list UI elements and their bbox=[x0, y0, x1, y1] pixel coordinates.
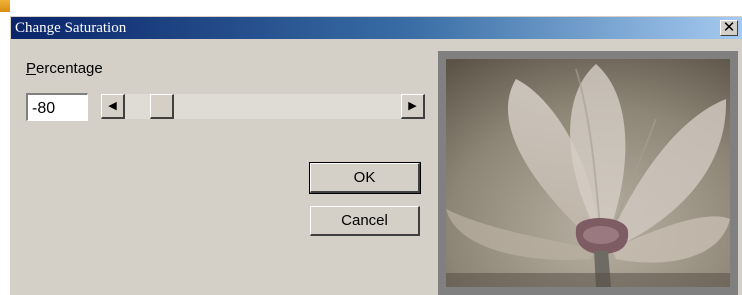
percentage-input[interactable] bbox=[26, 93, 88, 121]
preview-image bbox=[446, 59, 730, 287]
cancel-button[interactable]: Cancel bbox=[310, 206, 420, 236]
ok-button[interactable]: OK bbox=[309, 162, 421, 194]
slider-thumb[interactable] bbox=[150, 94, 175, 119]
change-saturation-dialog: Change Saturation ✕ Percentage ◀ ▶ OK Ca… bbox=[9, 15, 742, 295]
arrow-left-icon[interactable]: ◀ bbox=[101, 94, 125, 119]
title-bar[interactable]: Change Saturation ✕ bbox=[11, 17, 742, 39]
app-corner-icon bbox=[0, 0, 10, 12]
preview-frame bbox=[438, 51, 738, 295]
percentage-slider[interactable]: ◀ ▶ bbox=[101, 94, 425, 119]
percentage-label: Percentage bbox=[26, 60, 103, 77]
arrow-right-icon[interactable]: ▶ bbox=[401, 94, 425, 119]
window-title: Change Saturation bbox=[15, 20, 127, 36]
close-icon[interactable]: ✕ bbox=[720, 20, 738, 36]
